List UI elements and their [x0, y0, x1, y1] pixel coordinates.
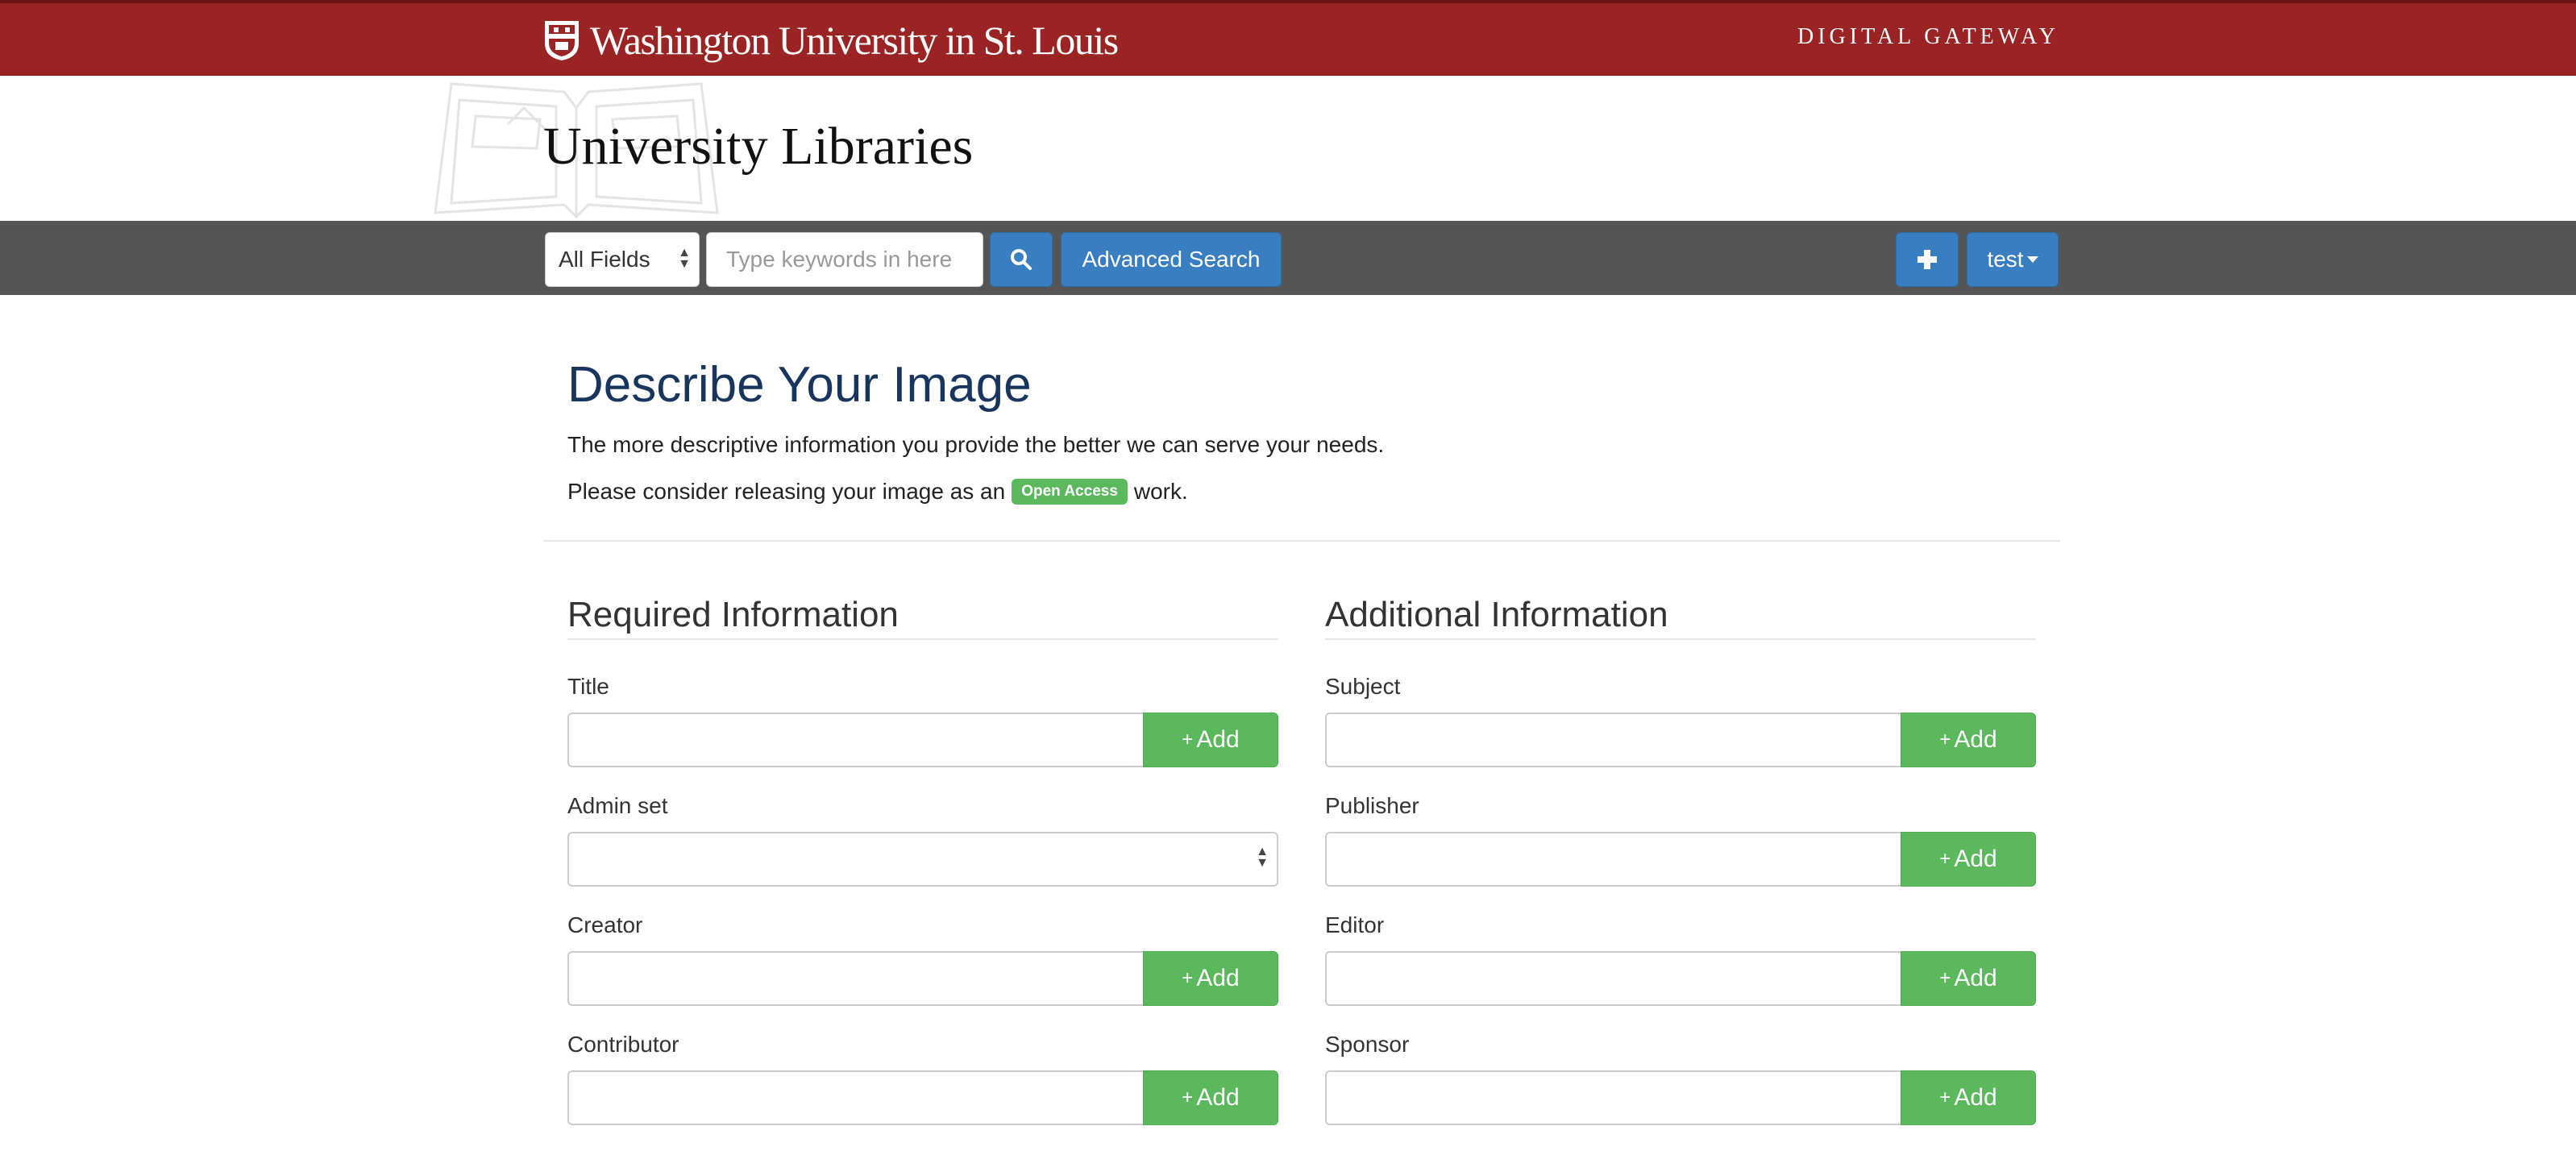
field-label-title: Title — [567, 674, 609, 699]
open-access-prefix: Please consider releasing your image as … — [567, 479, 1006, 504]
field-label-publisher: Publisher — [1325, 793, 1419, 818]
top-bar: Washington University in St. Louis DIGIT… — [0, 0, 2576, 76]
publisher-input[interactable] — [1325, 832, 1902, 887]
open-access-suffix: work. — [1133, 479, 1188, 504]
additional-info-rule — [1325, 638, 2036, 640]
add-work-button[interactable] — [1896, 232, 1959, 287]
field-label-admin-set: Admin set — [567, 793, 668, 818]
plus-icon: + — [1939, 848, 1951, 870]
section-divider — [543, 540, 2060, 542]
required-info-heading: Required Information — [567, 595, 899, 634]
plus-icon: + — [1182, 967, 1194, 989]
add-label: Add — [1954, 726, 1997, 753]
search-input[interactable] — [706, 232, 983, 287]
creator-input[interactable] — [567, 951, 1145, 1006]
field-label-sponsor: Sponsor — [1325, 1032, 1410, 1057]
field-label-subject: Subject — [1325, 674, 1401, 699]
additional-info-heading: Additional Information — [1325, 595, 1668, 634]
university-name: Washington University in St. Louis — [590, 18, 1119, 63]
add-subject-button[interactable]: + Add — [1901, 713, 2036, 767]
add-label: Add — [1954, 965, 1997, 991]
required-info-rule — [567, 638, 1278, 640]
university-seal-icon — [545, 21, 579, 61]
sponsor-input[interactable] — [1325, 1070, 1902, 1125]
plus-icon: + — [1939, 967, 1951, 989]
user-menu-button[interactable]: test — [1967, 232, 2059, 287]
digital-gateway-link[interactable]: DIGITAL GATEWAY — [1797, 24, 2059, 50]
add-editor-button[interactable]: + Add — [1901, 951, 2036, 1006]
intro-text: The more descriptive information you pro… — [567, 432, 1385, 457]
open-access-notice: Please consider releasing your image as … — [567, 479, 1188, 505]
add-publisher-button[interactable]: + Add — [1901, 832, 2036, 887]
add-label: Add — [1954, 1084, 1997, 1111]
plus-icon: + — [1182, 1087, 1194, 1108]
select-arrows-icon: ▲ ▼ — [1256, 845, 1269, 870]
add-creator-button[interactable]: + Add — [1143, 951, 1278, 1006]
university-logo[interactable]: Washington University in St. Louis — [543, 18, 1119, 63]
subject-input[interactable] — [1325, 713, 1902, 767]
plus-icon: + — [1939, 1087, 1951, 1108]
advanced-search-button[interactable]: Advanced Search — [1061, 232, 1282, 287]
plus-icon: + — [1939, 729, 1951, 750]
plus-icon: + — [1182, 729, 1194, 750]
search-field-select[interactable]: All Fields ▲ ▼ — [545, 232, 700, 287]
add-title-button[interactable]: + Add — [1143, 713, 1278, 767]
search-button[interactable] — [990, 232, 1053, 287]
contributor-input[interactable] — [567, 1070, 1145, 1125]
search-icon — [1011, 249, 1032, 270]
user-menu-label: test — [1987, 247, 2024, 272]
select-arrows-icon: ▲ ▼ — [678, 246, 691, 271]
title-input[interactable] — [567, 713, 1145, 767]
caret-down-icon — [2026, 256, 2038, 263]
field-label-creator: Creator — [567, 912, 643, 937]
admin-set-select[interactable]: ▲ ▼ — [567, 832, 1278, 887]
page-title: Describe Your Image — [567, 357, 1032, 413]
add-sponsor-button[interactable]: + Add — [1901, 1070, 2036, 1125]
add-label: Add — [1954, 846, 1997, 872]
site-title[interactable]: University Libraries — [543, 116, 973, 177]
add-label: Add — [1196, 726, 1240, 753]
add-contributor-button[interactable]: + Add — [1143, 1070, 1278, 1125]
field-label-editor: Editor — [1325, 912, 1385, 937]
search-bar: All Fields ▲▼ Advanced Search test — [0, 221, 2576, 295]
add-label: Add — [1196, 1084, 1240, 1111]
open-access-badge: Open Access — [1012, 479, 1128, 505]
add-label: Add — [1196, 965, 1240, 991]
editor-input[interactable] — [1325, 951, 1902, 1006]
site-header: University Libraries — [0, 76, 2576, 221]
search-field-select-value: All Fields — [559, 247, 650, 272]
plus-icon — [1917, 250, 1937, 269]
field-label-contributor: Contributor — [567, 1032, 679, 1057]
